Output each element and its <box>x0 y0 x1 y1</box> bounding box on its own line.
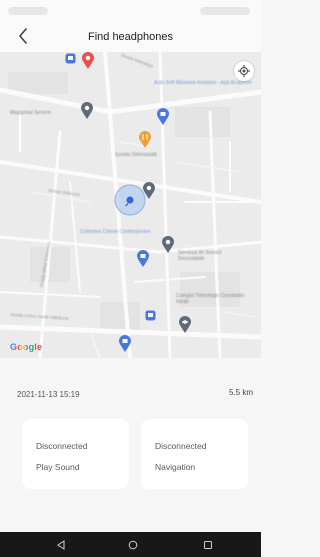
my-location-button[interactable] <box>234 61 254 81</box>
place-pin-icon[interactable] <box>142 182 156 200</box>
nav-back-button[interactable] <box>53 537 69 553</box>
last-seen-timestamp: 2021-11-13 15:19 <box>17 390 80 399</box>
status-bar-right <box>200 7 250 15</box>
page-title: Find headphones <box>87 31 173 43</box>
nav-back-icon <box>57 540 65 550</box>
nav-recents-icon <box>204 541 212 549</box>
poi-label: Auto Soft Băneasa Instalare - Apă Acoper… <box>154 80 252 86</box>
status-bar-left <box>8 7 48 15</box>
status-bar <box>0 0 261 22</box>
transit-pin-icon[interactable] <box>65 53 76 64</box>
place-pin-icon[interactable] <box>161 236 175 254</box>
nav-recents-button[interactable] <box>200 537 216 553</box>
restaurant-pin-icon[interactable] <box>81 52 95 70</box>
google-attribution: Google <box>10 342 42 352</box>
school-pin-icon[interactable] <box>178 316 192 334</box>
store-pin-icon[interactable] <box>118 335 132 353</box>
poi-label: Școala Gimnazială <box>115 152 157 158</box>
play-sound-card[interactable]: Disconnected Play Sound <box>22 419 129 489</box>
poi-label: Serviciul de Servicii Decontabile <box>178 250 222 262</box>
connection-status: Disconnected <box>155 441 207 451</box>
poi-label: Magazinul Service <box>10 110 51 116</box>
distance-value: 5.5 km <box>228 388 253 397</box>
shop-pin-icon[interactable] <box>80 102 94 120</box>
food-pin-icon[interactable] <box>138 131 152 149</box>
play-sound-label: Play Sound <box>36 462 80 472</box>
nav-home-button[interactable] <box>125 537 141 553</box>
connection-status: Disconnected <box>36 441 88 451</box>
map-base <box>0 52 261 358</box>
store-pin-icon[interactable] <box>136 250 150 268</box>
poi-label: Colegiul Tehnologic Constantin Istrati <box>176 293 245 305</box>
map-view[interactable]: Strada Mamaliga Strada Slobozia Strada A… <box>0 52 261 358</box>
header: Find headphones <box>0 22 261 52</box>
navigation-card[interactable]: Disconnected Navigation <box>141 419 248 489</box>
store-pin-icon[interactable] <box>156 108 170 126</box>
nav-home-icon <box>128 540 138 550</box>
poi-label: Colentina Chimie Confecționare <box>80 229 151 235</box>
system-nav-bar <box>0 532 261 557</box>
my-location-icon <box>238 65 250 77</box>
google-logo: Google <box>10 342 43 352</box>
navigation-label: Navigation <box>155 462 196 472</box>
transit-pin-icon[interactable] <box>145 310 156 321</box>
